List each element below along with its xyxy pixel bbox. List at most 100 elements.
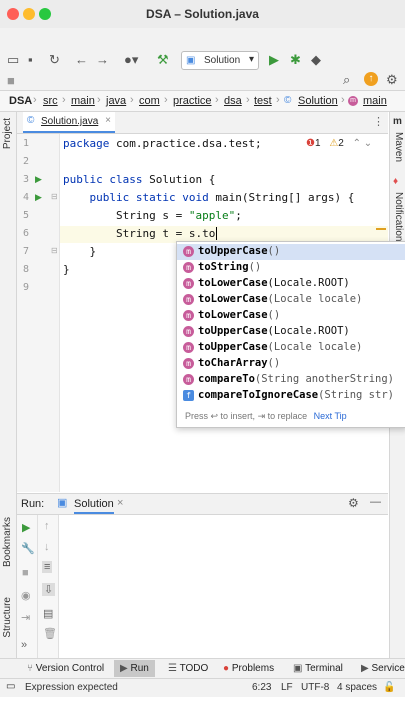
structure-tool-tab[interactable]: Structure (2, 597, 13, 638)
completion-hint: Press ↩ to insert, ⇥ to replace (185, 411, 308, 421)
indent-setting[interactable]: 4 spaces (337, 682, 377, 693)
print-icon[interactable]: ▤ (43, 607, 53, 620)
breadcrumb-separator-icon: › (341, 94, 345, 106)
completion-footer: Press ↩ to insert, ⇥ to replace Next Tip (185, 411, 347, 422)
completion-item[interactable]: m toLowerCase() (177, 308, 405, 324)
completion-item[interactable]: m toUpperCase(Locale.ROOT) (177, 324, 405, 340)
scroll-to-end-icon[interactable]: ⇩ (42, 583, 56, 596)
stop-icon[interactable]: ■ (22, 567, 29, 579)
breadcrumb-separator-icon: › (62, 94, 66, 106)
breadcrumb-java[interactable]: java (106, 95, 126, 107)
run-icon[interactable]: ▶ (269, 53, 279, 67)
tab-run[interactable]: ▶ Run (114, 660, 155, 677)
completion-item[interactable]: m compareTo(String anotherString) (177, 372, 405, 388)
run-tab-solution[interactable]: Solution (74, 498, 114, 514)
caret-position[interactable]: 6:23 (252, 682, 271, 693)
breadcrumb-solution[interactable]: Solution (298, 95, 338, 107)
stop-icon[interactable]: ■ (7, 74, 15, 88)
tab-terminal[interactable]: ▣ Terminal (293, 663, 343, 674)
completion-item[interactable]: m toUpperCase() (177, 244, 405, 260)
bookmarks-tool-tab[interactable]: Bookmarks (2, 517, 13, 567)
tab-label: Solution.java (41, 116, 99, 127)
completion-item[interactable]: m toCharArray() (177, 356, 405, 372)
notifications-tool-tab[interactable]: Notifications (393, 192, 404, 246)
line-number: 9 (22, 282, 29, 293)
completion-item[interactable]: f compareToIgnoreCase(String str) (177, 388, 405, 404)
line-number: 2 (22, 156, 29, 167)
breadcrumb-main[interactable]: main (71, 95, 95, 107)
breadcrumb-main-method[interactable]: main (363, 95, 387, 107)
breadcrumb-separator-icon: › (246, 94, 250, 106)
wrench-icon[interactable]: 🔧 (21, 542, 35, 555)
completion-item[interactable]: m toLowerCase(Locale locale) (177, 292, 405, 308)
method-icon: m (183, 358, 194, 369)
file-encoding[interactable]: UTF-8 (301, 682, 329, 693)
tab-solution-java[interactable]: © Solution.java × (23, 112, 115, 133)
breadcrumb-dsa[interactable]: dsa (224, 95, 242, 107)
fold-icon[interactable]: ⊟ (51, 192, 58, 201)
project-tool-tab[interactable]: Project (2, 118, 13, 149)
services-icon: ▶ (361, 663, 369, 674)
breadcrumb: DSA › src › main › java › com › practice… (0, 91, 405, 112)
bell-icon: ♦ (393, 176, 399, 187)
java-class-icon: © (27, 115, 35, 126)
tab-todo[interactable]: ☰ TODO (168, 663, 208, 674)
run-gutter-icon[interactable]: ▶ (35, 192, 42, 203)
code-line-5: String s = "apple"; (63, 209, 242, 222)
completion-item[interactable]: m toUpperCase(Locale locale) (177, 340, 405, 356)
tab-problems[interactable]: ● Problems (223, 663, 274, 674)
sync-icon[interactable]: ↻ (49, 53, 60, 67)
scrollbar-marker (376, 228, 386, 230)
arrow-down-icon[interactable]: ↓ (44, 541, 50, 553)
breadcrumb-project[interactable]: DSA (9, 95, 32, 107)
breadcrumb-test[interactable]: test (254, 95, 272, 107)
inspection-widget[interactable]: ❶1 ⚠2 ⌃ ⌄ (306, 138, 372, 149)
close-icon[interactable]: × (117, 497, 123, 509)
gear-icon[interactable]: ⚙ (348, 496, 359, 510)
settings-icon[interactable]: ⚙ (386, 73, 398, 87)
run-gutter-icon[interactable]: ▶ (35, 174, 42, 185)
completion-item[interactable]: m toString() (177, 260, 405, 276)
branch-icon: ⑂ (27, 663, 33, 674)
method-icon: m (183, 246, 194, 257)
forward-arrow-icon[interactable]: → (96, 53, 109, 67)
user-icon[interactable]: ●▾ (124, 53, 138, 67)
chevron-down-icon[interactable]: ⌄ (364, 138, 372, 149)
rerun-icon[interactable]: ▶ (22, 521, 30, 534)
expand-icon[interactable]: » (21, 639, 27, 651)
open-folder-icon[interactable]: ▭ (7, 53, 19, 67)
minimize-panel-icon[interactable]: — (370, 496, 381, 508)
maven-tool-tab[interactable]: Maven (393, 132, 404, 162)
tab-version-control[interactable]: ⑂ Version Control (27, 663, 104, 674)
fold-icon[interactable]: ⊟ (51, 246, 58, 255)
soft-wrap-icon[interactable]: ≡ (42, 561, 53, 573)
lock-icon[interactable]: 🔓 (383, 682, 395, 693)
close-icon[interactable]: × (105, 115, 111, 126)
method-icon: m (183, 374, 194, 385)
build-hammer-icon[interactable]: ⚒ (157, 53, 169, 67)
breadcrumb-src[interactable]: src (43, 95, 58, 107)
trash-icon[interactable]: 🗑 (43, 627, 57, 640)
breadcrumb-com[interactable]: com (139, 95, 160, 107)
tab-services[interactable]: ▶ Service (361, 663, 405, 674)
chevron-up-icon[interactable]: ⌃ (353, 138, 361, 149)
exit-icon[interactable]: ⇥ (21, 611, 30, 624)
breadcrumb-practice[interactable]: practice (173, 95, 212, 107)
completion-item[interactable]: m toLowerCase(Locale.ROOT) (177, 276, 405, 292)
coverage-icon[interactable]: ◆ (311, 53, 321, 67)
next-tip-link[interactable]: Next Tip (314, 411, 347, 421)
save-icon[interactable]: ▪ (28, 53, 33, 67)
run-configuration-select[interactable]: ▣ Solution ▾ (181, 51, 259, 70)
terminal-icon: ▣ (293, 663, 303, 674)
warning-count: 2 (338, 138, 344, 149)
debug-icon[interactable]: ✱ (290, 53, 301, 67)
back-arrow-icon[interactable]: ← (75, 53, 88, 67)
arrow-up-icon[interactable]: ↑ (44, 520, 50, 532)
update-icon[interactable]: ↑ (364, 72, 378, 86)
line-separator[interactable]: LF (281, 682, 293, 693)
more-icon[interactable]: ⋮ (373, 115, 384, 128)
search-icon[interactable]: ⌕ (343, 73, 350, 87)
code-line-7: } (63, 245, 97, 258)
camera-icon[interactable]: ◉ (21, 589, 31, 602)
error-count: 1 (314, 138, 321, 149)
